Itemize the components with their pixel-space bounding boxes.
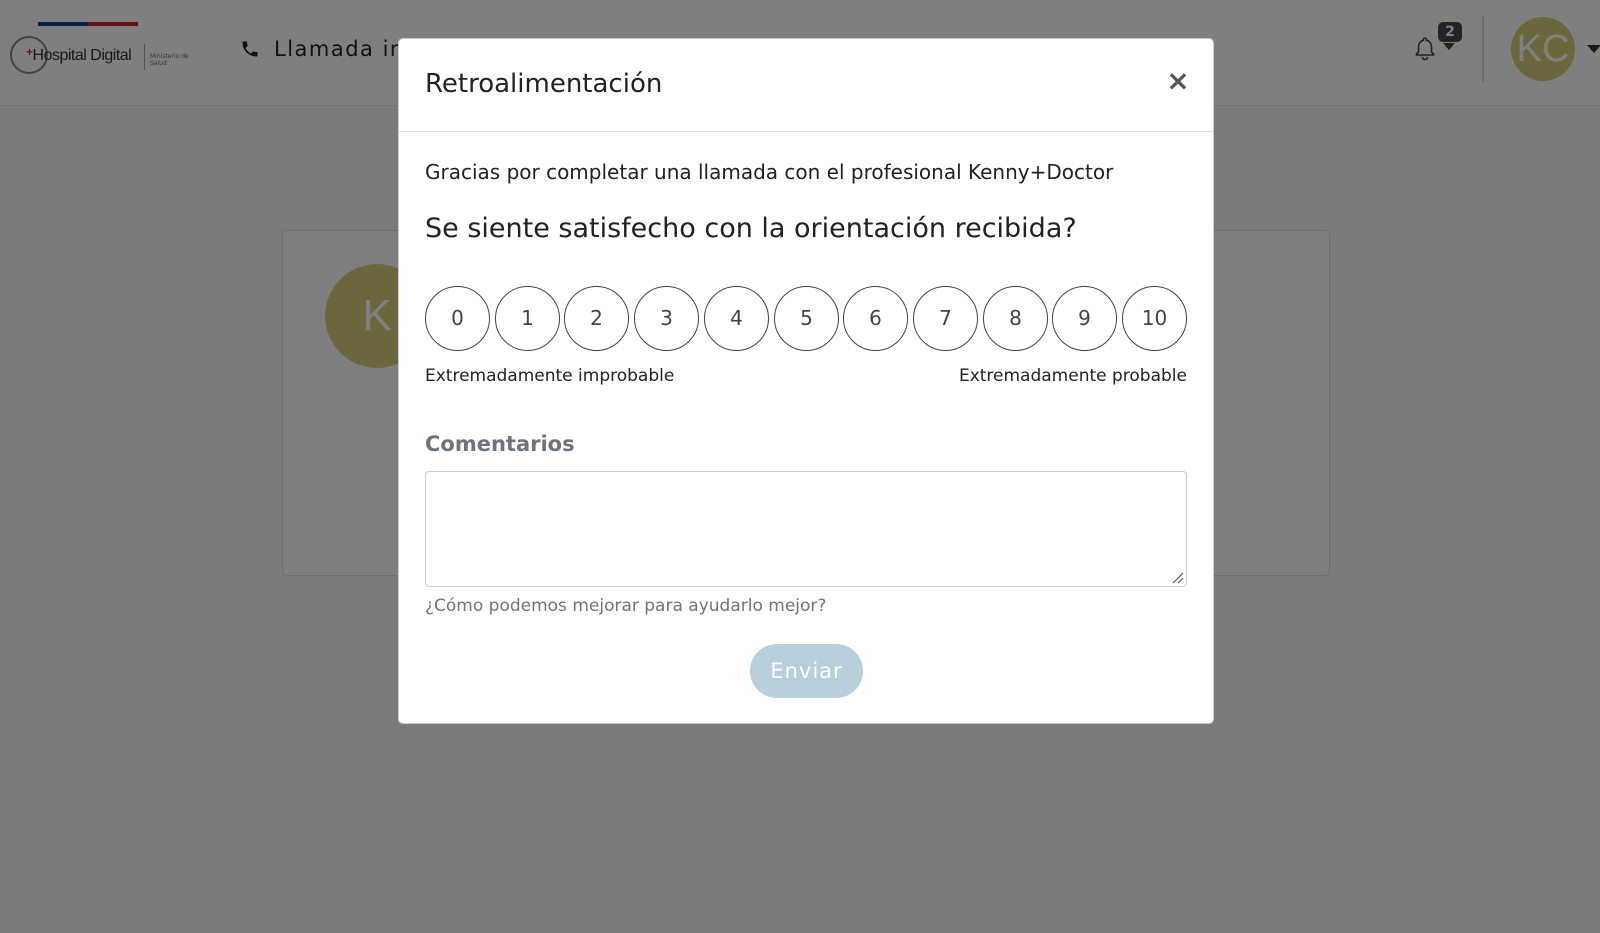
- rating-option-10[interactable]: 10: [1122, 286, 1187, 351]
- rating-option-8[interactable]: 8: [983, 286, 1048, 351]
- comments-help-text: ¿Cómo podemos mejorar para ayudarlo mejo…: [425, 596, 827, 616]
- rating-option-1[interactable]: 1: [495, 286, 560, 351]
- rating-option-5[interactable]: 5: [774, 286, 839, 351]
- thanks-message: Gracias por completar una llamada con el…: [425, 160, 1114, 184]
- scale-low-label: Extremadamente improbable: [425, 366, 675, 386]
- comments-label: Comentarios: [425, 432, 575, 456]
- rating-option-9[interactable]: 9: [1052, 286, 1117, 351]
- feedback-modal: Retroalimentación × Gracias por completa…: [398, 38, 1214, 724]
- satisfaction-question: Se siente satisfecho con la orientación …: [425, 213, 1077, 244]
- close-icon[interactable]: ×: [1165, 67, 1191, 95]
- comments-textarea[interactable]: [425, 471, 1187, 587]
- rating-option-2[interactable]: 2: [564, 286, 629, 351]
- rating-option-4[interactable]: 4: [704, 286, 769, 351]
- scale-high-label: Extremadamente probable: [958, 366, 1187, 386]
- send-button[interactable]: Enviar: [750, 644, 863, 698]
- rating-option-3[interactable]: 3: [634, 286, 699, 351]
- rating-option-0[interactable]: 0: [425, 286, 490, 351]
- rating-option-7[interactable]: 7: [913, 286, 978, 351]
- resize-grip-icon[interactable]: [1172, 572, 1184, 584]
- modal-header: Retroalimentación ×: [399, 39, 1213, 132]
- rating-scale: 0 1 2 3 4 5 6 7 8 9 10: [425, 286, 1187, 352]
- modal-title: Retroalimentación: [425, 69, 663, 99]
- rating-option-6[interactable]: 6: [843, 286, 908, 351]
